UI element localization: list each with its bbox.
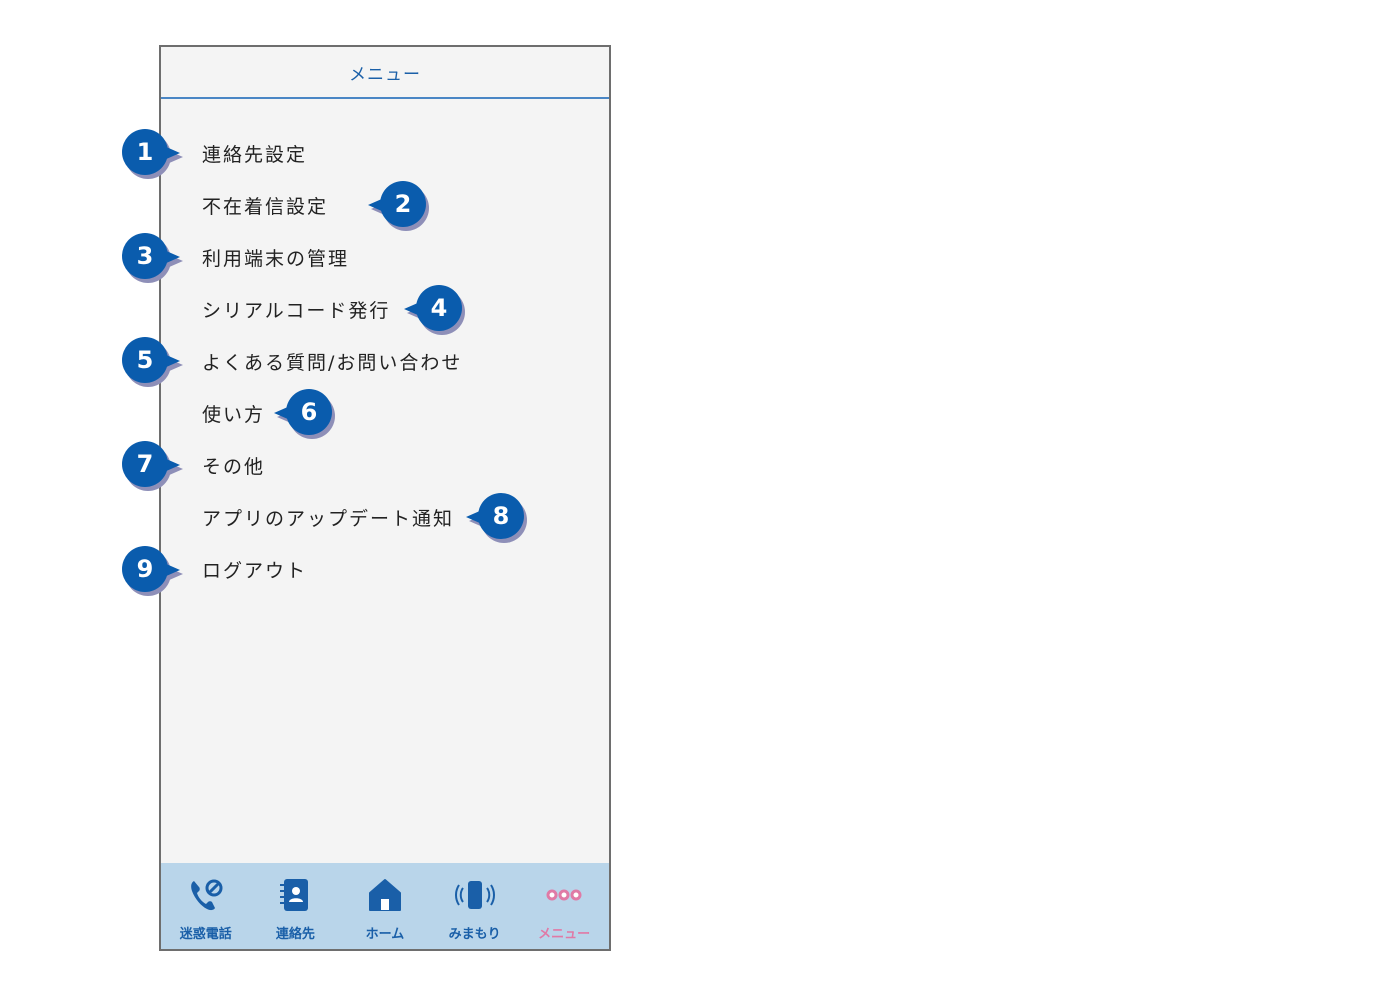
callout-badge: 3 xyxy=(122,233,183,283)
tab-label: ホーム xyxy=(365,927,405,942)
more-dots-icon xyxy=(544,875,584,915)
tab-label: メニュー xyxy=(538,927,591,942)
callout-badge: 8 xyxy=(464,493,527,543)
contacts-book-icon xyxy=(275,875,315,915)
menu-item-contact-settings[interactable]: 連絡先設定 xyxy=(202,143,307,167)
bottom-tab-bar: 迷惑電話 連絡先 ホーム みまもり メニュー xyxy=(161,863,609,949)
callout-badge: 6 xyxy=(272,389,335,439)
tab-contacts[interactable]: 連絡先 xyxy=(251,863,341,949)
app-header: メニュー xyxy=(161,47,609,99)
tab-label: みまもり xyxy=(448,927,501,942)
callout-badge: 7 xyxy=(122,441,183,491)
blocked-call-icon xyxy=(186,875,226,915)
tab-home[interactable]: ホーム xyxy=(340,863,430,949)
tab-label: 連絡先 xyxy=(275,927,315,942)
menu-item-faq-contact[interactable]: よくある質問/お問い合わせ xyxy=(202,351,462,375)
tab-watch[interactable]: みまもり xyxy=(430,863,520,949)
callout-badge: 2 xyxy=(366,181,429,231)
menu-item-device-management[interactable]: 利用端末の管理 xyxy=(202,247,349,271)
menu-item-other[interactable]: その他 xyxy=(202,455,265,479)
menu-item-update-notice[interactable]: アプリのアップデート通知 xyxy=(202,507,454,531)
tab-blocked-calls[interactable]: 迷惑電話 xyxy=(161,863,251,949)
menu-item-missed-call-settings[interactable]: 不在着信設定 xyxy=(202,195,328,219)
menu-item-serial-code[interactable]: シリアルコード発行 xyxy=(202,299,390,323)
callout-badge: 4 xyxy=(402,285,465,335)
page-title: メニュー xyxy=(349,64,421,85)
tab-label: 迷惑電話 xyxy=(179,927,232,942)
callout-badge: 1 xyxy=(122,129,183,179)
menu-item-how-to-use[interactable]: 使い方 xyxy=(202,403,265,427)
callout-badge: 9 xyxy=(122,546,183,596)
vibrating-phone-icon xyxy=(454,875,495,915)
tab-menu[interactable]: メニュー xyxy=(519,863,609,949)
menu-item-logout[interactable]: ログアウト xyxy=(202,559,307,583)
callout-badge: 5 xyxy=(122,337,183,387)
home-icon xyxy=(365,875,405,915)
